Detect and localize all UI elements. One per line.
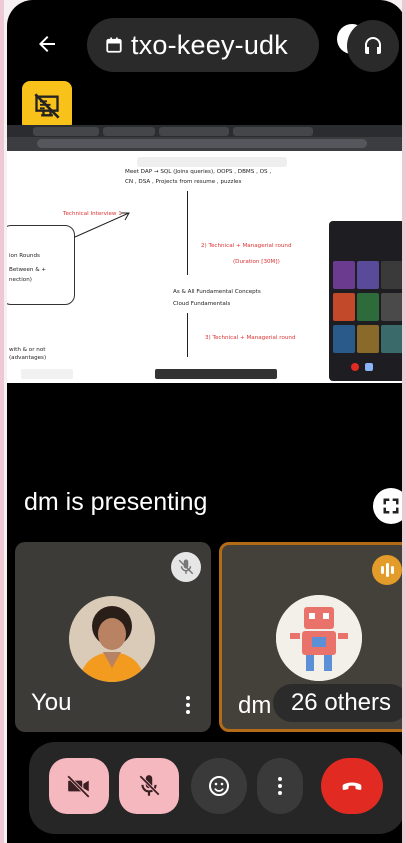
whiteboard-text: Meet DAP → SQL (Joins queries), OOPS , D…	[125, 169, 272, 175]
more-options-button[interactable]	[257, 758, 303, 814]
whiteboard-arrow	[187, 313, 188, 357]
arrow-left-icon	[39, 36, 55, 52]
end-call-icon	[342, 782, 362, 790]
more-options-button[interactable]	[179, 692, 197, 718]
whiteboard-text: CN , DSA , Projects from resume , puzzle…	[125, 179, 242, 185]
headphones-icon	[365, 37, 381, 54]
whiteboard-text: ion Rounds	[9, 253, 40, 259]
whiteboard-text: 2) Technical + Managerial round	[201, 243, 292, 249]
whiteboard-text: As & All Fundamental Concepts	[173, 289, 261, 295]
shared-browser-chrome	[7, 125, 406, 151]
participant-tile-you[interactable]: You	[15, 542, 211, 732]
audio-output-button[interactable]	[347, 20, 399, 72]
back-button[interactable]	[25, 22, 69, 66]
fullscreen-button[interactable]	[373, 488, 406, 524]
fullscreen-icon	[383, 498, 399, 514]
top-bar: txo-keey-udk	[7, 12, 406, 76]
whiteboard-arrow	[187, 191, 188, 275]
others-count-pill[interactable]: 26 others	[273, 684, 406, 722]
mic-toggle-button[interactable]	[119, 758, 179, 814]
whiteboard-text: (advantages)	[9, 355, 47, 361]
call-controls	[29, 742, 405, 834]
camera-toggle-button[interactable]	[49, 758, 109, 814]
meet-call-screen: txo-keey-udk Meet DAP → SQL (Joins queri…	[7, 0, 406, 843]
whiteboard-text: Cloud Fundamentals	[173, 301, 231, 307]
sharing-notice-bar	[155, 369, 277, 379]
mic-off-icon	[178, 559, 194, 575]
mic-status	[171, 552, 201, 582]
shared-screen[interactable]: Meet DAP → SQL (Joins queries), OOPS , D…	[7, 125, 406, 383]
participant-name: dm	[238, 692, 272, 719]
reactions-button[interactable]	[191, 758, 247, 814]
presenter-label: dm is presenting	[24, 488, 208, 516]
whiteboard-text: nection)	[9, 277, 32, 283]
whiteboard-zoom-control	[21, 369, 73, 379]
participant-name: You	[31, 689, 72, 716]
meeting-code-pill[interactable]: txo-keey-udk	[87, 18, 319, 72]
calendar-icon	[106, 37, 122, 53]
whiteboard-box	[7, 225, 75, 305]
emoji-icon	[209, 776, 229, 796]
more-vert-icon	[278, 777, 282, 795]
end-call-button[interactable]	[321, 758, 383, 814]
avatar	[276, 595, 362, 681]
whiteboard-text: Between & +	[9, 267, 47, 273]
meeting-code: txo-keey-udk	[131, 29, 288, 60]
presenter-meet-preview	[329, 221, 405, 381]
presentation-audio-badge[interactable]	[22, 81, 72, 131]
whiteboard-text: 3) Technical + Managerial round	[205, 335, 296, 341]
whiteboard-text: with & or not	[9, 347, 46, 353]
camera-off-icon	[67, 775, 90, 798]
muted-presentation-icon	[34, 93, 60, 119]
whiteboard-toolbar	[137, 157, 287, 167]
avatar	[69, 596, 155, 682]
mic-off-icon	[139, 775, 160, 796]
whiteboard-arrow	[74, 212, 130, 238]
whiteboard-text: (Duration [30M])	[233, 259, 280, 265]
speaking-indicator	[372, 555, 402, 585]
